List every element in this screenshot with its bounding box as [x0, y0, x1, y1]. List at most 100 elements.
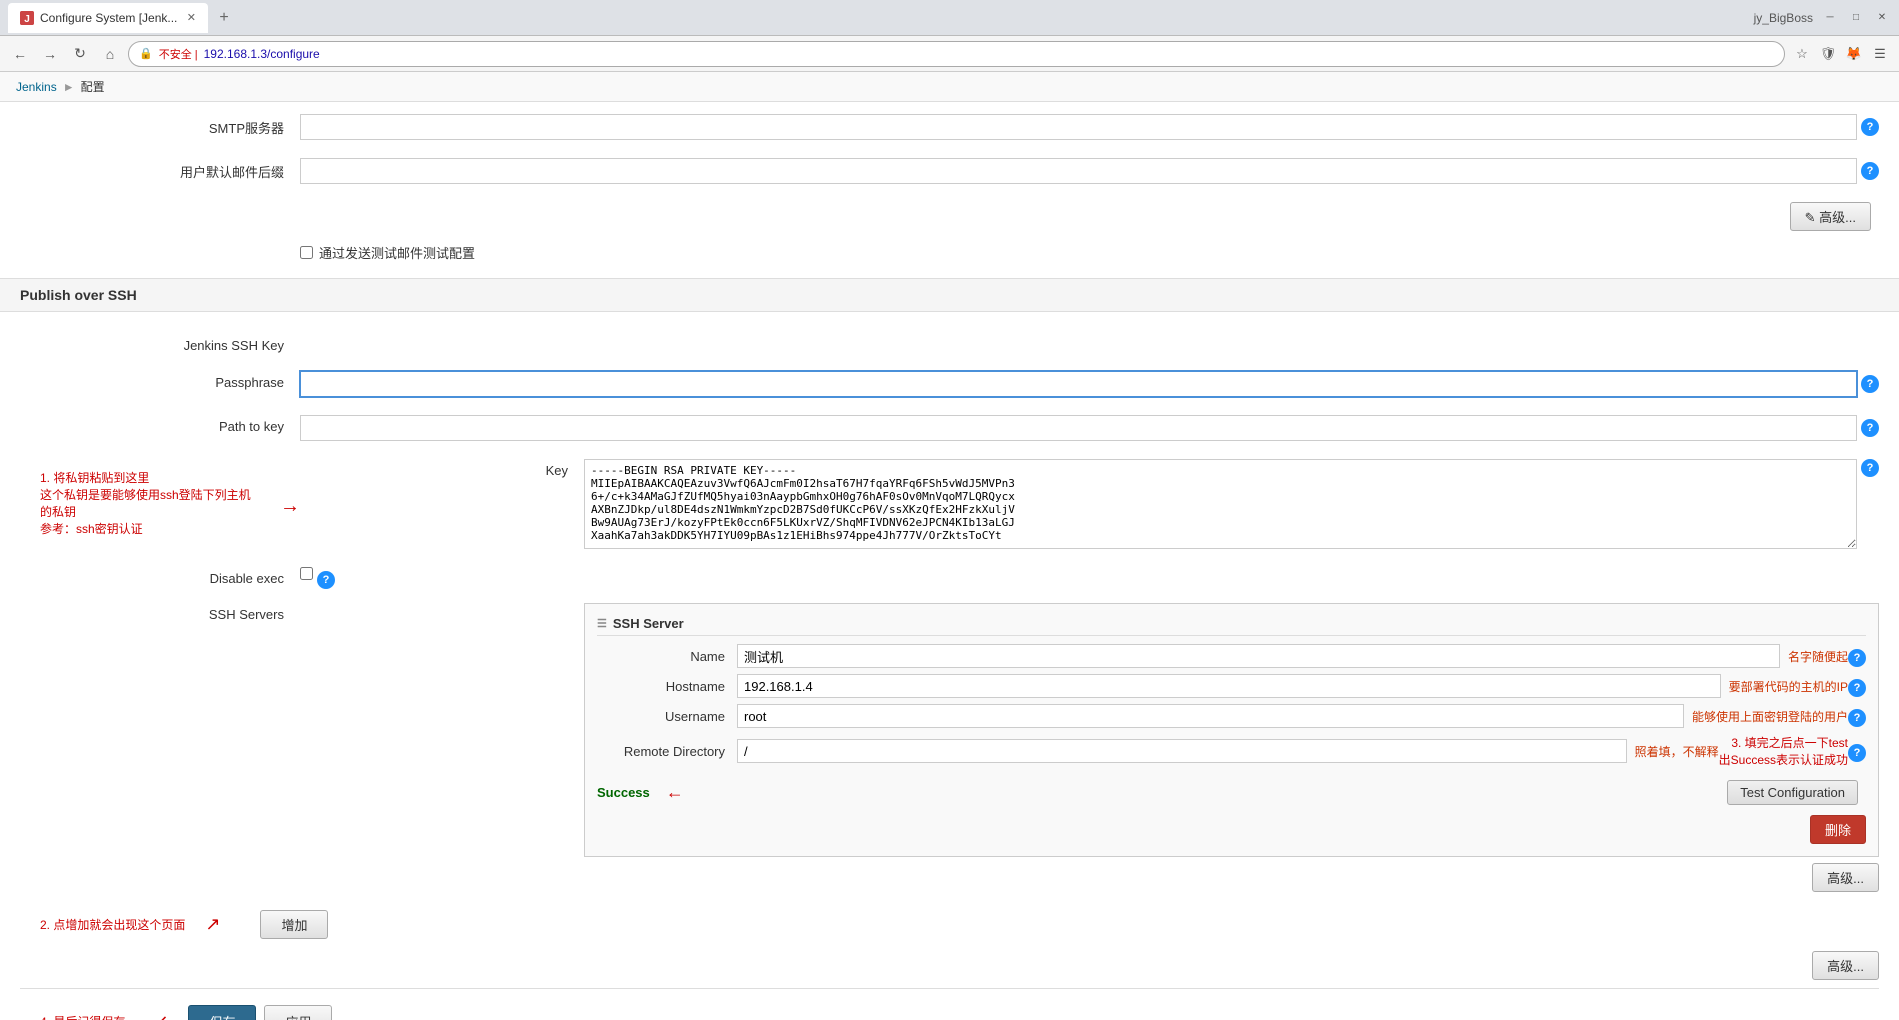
ssh-hostname-input[interactable]: [737, 674, 1721, 698]
lock-icon: 🔒: [139, 47, 153, 60]
extension-icon-2[interactable]: 🦊: [1843, 43, 1865, 65]
ssh-hostname-row: Hostname 要部署代码的主机的IP ?: [597, 674, 1866, 698]
tab-close-button[interactable]: ✕: [187, 11, 196, 24]
ssh-name-input[interactable]: [737, 644, 1780, 668]
page-content: SMTP服务器 ? 用户默认邮件后缀 ? ✎ 高级... 通过发送测试邮件测试配…: [0, 102, 1899, 1020]
add-button[interactable]: 增加: [260, 910, 328, 939]
tab-title: Configure System [Jenk...: [40, 11, 177, 25]
ssh-name-label: Name: [597, 649, 737, 664]
smtp-server-help-icon[interactable]: ?: [1861, 118, 1879, 136]
page-wrapper: SMTP服务器 ? 用户默认邮件后缀 ? ✎ 高级... 通过发送测试邮件测试配…: [0, 102, 1899, 1020]
publish-ssh-title-text: Publish over SSH: [20, 287, 137, 303]
advanced-ssh-btn-row: 高级...: [300, 863, 1879, 892]
ssh-name-help-icon[interactable]: ?: [1848, 649, 1866, 667]
menu-icon[interactable]: ☰: [1869, 43, 1891, 65]
forward-button[interactable]: →: [38, 42, 62, 66]
new-tab-button[interactable]: +: [212, 6, 236, 30]
ssh-remote-dir-row: Remote Directory 照着填，不解释 3. 填完之后点一下test …: [597, 734, 1866, 768]
ssh-server-header-text: SSH Server: [613, 616, 684, 631]
ssh-servers-label: SSH Servers: [20, 603, 300, 622]
advanced-smtp-button[interactable]: ✎ 高级...: [1790, 202, 1871, 231]
save-arrow-icon: ↙: [153, 1011, 168, 1020]
minimize-button[interactable]: ─: [1821, 9, 1839, 27]
refresh-button[interactable]: ↻: [68, 42, 92, 66]
annotation-1: 1. 将私钥粘贴到这里 这个私钥是要能够使用ssh登陆下列主机的私钥 参考：ss…: [20, 465, 260, 541]
user-email-row: 用户默认邮件后缀 ?: [20, 154, 1879, 188]
extension-icon-1[interactable]: 🛡: [1817, 43, 1839, 65]
bottom-btn-row: 4. 最后记得保存 ↙ 保存 应用: [20, 988, 1879, 1020]
disable-exec-checkbox[interactable]: [300, 567, 313, 580]
annotation-1-line1: 1. 将私钥粘贴到这里: [40, 469, 260, 486]
ssh-servers-section: SSH Servers ☰ SSH Server Name 名字随便起: [20, 603, 1879, 892]
save-button[interactable]: 保存: [188, 1005, 256, 1020]
key-form-area: Key -----BEGIN RSA PRIVATE KEY----- MIIE…: [300, 455, 1879, 563]
delete-button[interactable]: 删除: [1810, 815, 1866, 844]
user-email-label: 用户默认邮件后缀: [20, 158, 300, 181]
key-textarea[interactable]: -----BEGIN RSA PRIVATE KEY----- MIIEpAIB…: [584, 459, 1857, 549]
close-window-button[interactable]: ✕: [1873, 9, 1891, 27]
path-to-key-input[interactable]: [300, 415, 1857, 441]
user-name: jy_BigBoss: [1754, 11, 1813, 25]
path-to-key-control: ?: [300, 415, 1879, 441]
ssh-username-help-icon[interactable]: ?: [1848, 709, 1866, 727]
smtp-section: SMTP服务器 ? 用户默认邮件后缀 ? ✎ 高级... 通过发送测试邮件测试配…: [0, 102, 1899, 278]
passphrase-input[interactable]: [300, 371, 1857, 397]
home-button[interactable]: ⌂: [98, 42, 122, 66]
test-email-checkbox[interactable]: [300, 246, 313, 259]
user-email-control: ?: [300, 158, 1879, 184]
ssh-username-input-wrap: 能够使用上面密钥登陆的用户: [737, 704, 1848, 728]
user-email-input[interactable]: [300, 158, 1857, 184]
breadcrumb-jenkins-link[interactable]: Jenkins: [16, 80, 57, 94]
titlebar-right: jy_BigBoss ─ □ ✕: [1754, 9, 1891, 27]
passphrase-help-icon[interactable]: ?: [1861, 375, 1879, 393]
smtp-server-input[interactable]: [300, 114, 1857, 140]
disable-exec-control: ?: [300, 567, 1879, 589]
advanced-ssh-button[interactable]: 高级...: [1812, 863, 1879, 892]
add-section: 2. 点增加就会出现这个页面 ↗ 增加: [20, 902, 1879, 947]
user-email-help-icon[interactable]: ?: [1861, 162, 1879, 180]
annotation-3: 3. 填完之后点一下test 出Success表示认证成功: [1719, 734, 1848, 768]
arrow-1: →: [280, 455, 300, 518]
svg-text:J: J: [24, 14, 30, 25]
annotation-2-block: 2. 点增加就会出现这个页面: [40, 916, 185, 933]
ssh-username-input[interactable]: [737, 704, 1684, 728]
key-help-icon[interactable]: ?: [1861, 459, 1879, 477]
ssh-remote-dir-label: Remote Directory: [597, 744, 737, 759]
path-to-key-label: Path to key: [20, 415, 300, 434]
maximize-button[interactable]: □: [1847, 9, 1865, 27]
path-to-key-row: Path to key ?: [20, 411, 1879, 445]
passphrase-row: Passphrase ?: [20, 367, 1879, 401]
security-warning: 不安全 |: [159, 46, 198, 62]
annotation-1-line2: 这个私钥是要能够使用ssh登陆下列主机的私钥: [40, 486, 260, 520]
jenkins-ssh-key-row: Jenkins SSH Key: [20, 330, 1879, 357]
passphrase-control: ?: [300, 371, 1879, 397]
advanced-btn-row: ✎ 高级...: [20, 198, 1879, 235]
address-bar[interactable]: 🔒 不安全 | 192.168.1.3/configure: [128, 41, 1785, 67]
breadcrumb-separator: ►: [63, 80, 75, 94]
remote-dir-right: 3. 填完之后点一下test 出Success表示认证成功: [1719, 734, 1848, 768]
advanced-bottom-button[interactable]: 高级...: [1812, 951, 1879, 980]
active-tab[interactable]: J Configure System [Jenk... ✕: [8, 3, 208, 33]
success-label: Success: [597, 785, 650, 800]
test-configuration-button[interactable]: Test Configuration: [1727, 780, 1858, 805]
bookmark-star-icon[interactable]: ☆: [1791, 43, 1813, 65]
advanced-bottom-row: 高级...: [20, 951, 1879, 980]
annotation-3-line2: 出Success表示认证成功: [1719, 751, 1848, 768]
tab-favicon: J: [20, 11, 34, 25]
ssh-hostname-help-icon[interactable]: ?: [1848, 679, 1866, 697]
key-section: 1. 将私钥粘贴到这里 这个私钥是要能够使用ssh登陆下列主机的私钥 参考：ss…: [20, 455, 1879, 563]
apply-button[interactable]: 应用: [264, 1005, 332, 1020]
passphrase-label: Passphrase: [20, 371, 300, 390]
path-to-key-help-icon[interactable]: ?: [1861, 419, 1879, 437]
disable-exec-label: Disable exec: [20, 567, 300, 586]
back-button[interactable]: ←: [8, 42, 32, 66]
url-text: 192.168.1.3/configure: [204, 47, 320, 61]
nav-icons-right: ☆ 🛡 🦊 ☰: [1791, 43, 1891, 65]
ssh-remote-dir-input[interactable]: [737, 739, 1627, 763]
ssh-remote-dir-help-icon[interactable]: ?: [1848, 744, 1866, 762]
publish-ssh-section: Jenkins SSH Key Passphrase ? Path to key…: [0, 320, 1899, 1020]
key-label: Key: [304, 459, 584, 478]
browser-navbar: ← → ↻ ⌂ 🔒 不安全 | 192.168.1.3/configure ☆ …: [0, 36, 1899, 72]
add-arrow-icon: ↗: [205, 914, 220, 935]
disable-exec-help-icon[interactable]: ?: [317, 571, 335, 589]
